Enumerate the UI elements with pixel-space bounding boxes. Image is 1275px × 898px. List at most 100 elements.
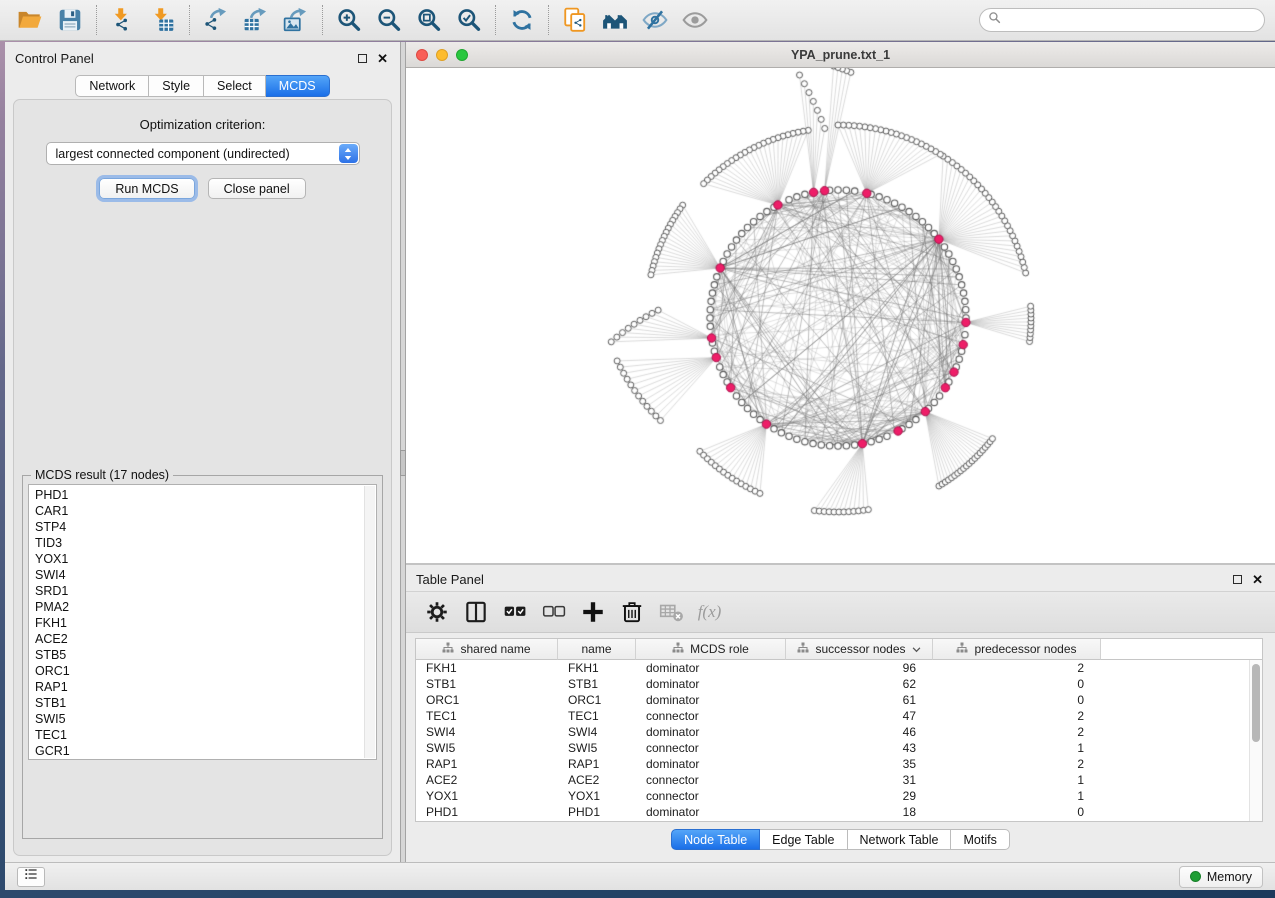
list-item[interactable]: CAR1 <box>35 503 360 519</box>
list-item[interactable]: TID3 <box>35 535 360 551</box>
tab-motifs[interactable]: Motifs <box>951 829 1009 850</box>
table-panel: Table Panel ✕ f(x) shared namenameMCDS r… <box>406 563 1275 862</box>
search-field[interactable] <box>979 8 1265 32</box>
zoom-window-icon[interactable] <box>456 49 468 61</box>
list-item[interactable]: FKH1 <box>35 615 360 631</box>
mcds-panel: Optimization criterion: largest connecte… <box>13 99 392 856</box>
mcds-list-scrollbar[interactable] <box>364 486 375 758</box>
cell-name: SWI4 <box>558 725 636 739</box>
table-row[interactable]: FKH1FKH1dominator962 <box>416 660 1249 676</box>
import-table-icon[interactable] <box>143 3 183 37</box>
search-input[interactable] <box>1006 13 1256 27</box>
cell-successor-nodes: 62 <box>786 677 933 691</box>
float-panel-icon[interactable] <box>358 54 367 63</box>
network-overview-icon[interactable] <box>595 3 635 37</box>
import-network-icon[interactable] <box>103 3 143 37</box>
tab-select[interactable]: Select <box>204 75 266 97</box>
zoom-fit-icon[interactable] <box>409 3 449 37</box>
task-history-button[interactable] <box>17 867 45 887</box>
delete-row-icon[interactable] <box>615 596 648 629</box>
zoom-selected-icon[interactable] <box>449 3 489 37</box>
list-item[interactable]: SWI4 <box>35 567 360 583</box>
table-row[interactable]: ACE2ACE2connector311 <box>416 772 1249 788</box>
table-row[interactable]: STB1STB1dominator620 <box>416 676 1249 692</box>
deselect-all-icon[interactable] <box>537 596 570 629</box>
network-window-titlebar[interactable]: YPA_prune.txt_1 <box>406 42 1275 68</box>
cell-shared-name: ORC1 <box>416 693 558 707</box>
tab-edge-table[interactable]: Edge Table <box>760 829 847 850</box>
list-item[interactable]: GCR1 <box>35 743 360 759</box>
list-item[interactable]: TEC1 <box>35 727 360 743</box>
cell-name: PHD1 <box>558 805 636 819</box>
table-row[interactable]: ORC1ORC1dominator610 <box>416 692 1249 708</box>
list-item[interactable]: YOX1 <box>35 551 360 567</box>
list-item[interactable]: STP4 <box>35 519 360 535</box>
column-layout-icon[interactable] <box>459 596 492 629</box>
optimization-criterion-select[interactable]: largest connected component (undirected) <box>46 142 360 165</box>
mcds-result-list[interactable]: PHD1CAR1STP4TID3YOX1SWI4SRD1PMA2FKH1ACE2… <box>28 484 377 760</box>
table-scrollbar-thumb[interactable] <box>1252 664 1260 742</box>
refresh-icon[interactable] <box>502 3 542 37</box>
column-header-mcds-role[interactable]: MCDS role <box>636 639 786 660</box>
cell-mcds-role: dominator <box>636 661 786 675</box>
open-folder-icon[interactable] <box>10 3 50 37</box>
show-graphics-details-icon[interactable] <box>675 3 715 37</box>
export-image-icon[interactable] <box>276 3 316 37</box>
main-toolbar-icons <box>10 3 715 37</box>
cell-predecessor-nodes: 2 <box>933 709 1101 723</box>
share-document-icon[interactable] <box>555 3 595 37</box>
table-row[interactable]: SWI5SWI5connector431 <box>416 740 1249 756</box>
save-icon[interactable] <box>50 3 90 37</box>
cell-mcds-role: dominator <box>636 677 786 691</box>
run-mcds-button[interactable]: Run MCDS <box>99 178 194 199</box>
cell-shared-name: YOX1 <box>416 789 558 803</box>
export-network-icon[interactable] <box>196 3 236 37</box>
list-item[interactable]: STB5 <box>35 647 360 663</box>
optimization-criterion-value: largest connected component (undirected) <box>56 147 290 161</box>
tab-style[interactable]: Style <box>149 75 204 97</box>
table-row[interactable]: YOX1YOX1connector291 <box>416 788 1249 804</box>
column-header-shared-name[interactable]: shared name <box>416 639 558 660</box>
minimize-window-icon[interactable] <box>436 49 448 61</box>
list-item[interactable]: SWI5 <box>35 711 360 727</box>
table-settings-icon[interactable] <box>420 596 453 629</box>
close-window-icon[interactable] <box>416 49 428 61</box>
memory-button[interactable]: Memory <box>1179 866 1263 888</box>
table-row[interactable]: PHD1PHD1dominator180 <box>416 804 1249 820</box>
tab-mcds[interactable]: MCDS <box>266 75 330 97</box>
list-item[interactable]: PHD1 <box>35 487 360 503</box>
cell-mcds-role: connector <box>636 773 786 787</box>
list-icon <box>23 866 39 887</box>
table-row[interactable]: RAP1RAP1dominator352 <box>416 756 1249 772</box>
cell-shared-name: TEC1 <box>416 709 558 723</box>
float-table-panel-icon[interactable] <box>1233 575 1242 584</box>
network-canvas[interactable] <box>406 68 1275 563</box>
cell-name: FKH1 <box>558 661 636 675</box>
select-all-icon[interactable] <box>498 596 531 629</box>
list-item[interactable]: ACE2 <box>35 631 360 647</box>
column-header-name[interactable]: name <box>558 639 636 660</box>
cell-successor-nodes: 96 <box>786 661 933 675</box>
list-item[interactable]: ORC1 <box>35 663 360 679</box>
list-item[interactable]: RAP1 <box>35 679 360 695</box>
column-header-successor-nodes[interactable]: successor nodes <box>786 639 933 660</box>
tab-network[interactable]: Network <box>75 75 149 97</box>
hide-graphics-details-icon[interactable] <box>635 3 675 37</box>
add-row-icon[interactable] <box>576 596 609 629</box>
close-panel-icon[interactable]: ✕ <box>377 52 388 65</box>
tab-network-table[interactable]: Network Table <box>848 829 952 850</box>
table-row[interactable]: SWI4SWI4dominator462 <box>416 724 1249 740</box>
column-header-predecessor-nodes[interactable]: predecessor nodes <box>933 639 1101 660</box>
table-row[interactable]: TEC1TEC1connector472 <box>416 708 1249 724</box>
zoom-out-icon[interactable] <box>369 3 409 37</box>
export-table-icon[interactable] <box>236 3 276 37</box>
table-scrollbar[interactable] <box>1249 660 1262 821</box>
cell-predecessor-nodes: 0 <box>933 677 1101 691</box>
close-table-panel-icon[interactable]: ✕ <box>1252 573 1263 586</box>
tab-node-table[interactable]: Node Table <box>671 829 760 850</box>
zoom-in-icon[interactable] <box>329 3 369 37</box>
list-item[interactable]: STB1 <box>35 695 360 711</box>
close-panel-button[interactable]: Close panel <box>208 178 306 199</box>
list-item[interactable]: SRD1 <box>35 583 360 599</box>
list-item[interactable]: PMA2 <box>35 599 360 615</box>
